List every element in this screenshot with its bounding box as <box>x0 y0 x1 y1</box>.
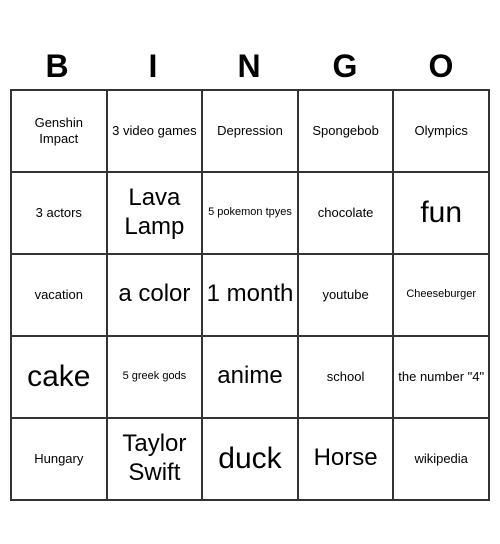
bingo-cell-17: anime <box>203 337 299 419</box>
bingo-cell-15: cake <box>12 337 108 419</box>
bingo-cell-0: Genshin Impact <box>12 91 108 173</box>
bingo-cell-8: chocolate <box>299 173 395 255</box>
bingo-cell-1: 3 video games <box>108 91 204 173</box>
cell-text-21: Taylor Swift <box>111 430 199 488</box>
cell-text-7: 5 pokemon tpyes <box>208 206 292 219</box>
header-letter-N: N <box>202 44 298 89</box>
cell-text-18: school <box>327 369 365 385</box>
cell-text-9: fun <box>420 195 462 231</box>
cell-text-20: Hungary <box>34 451 83 467</box>
bingo-cell-22: duck <box>203 419 299 501</box>
bingo-header: BINGO <box>10 44 490 89</box>
bingo-cell-12: 1 month <box>203 255 299 337</box>
cell-text-10: vacation <box>35 287 83 303</box>
bingo-cell-21: Taylor Swift <box>108 419 204 501</box>
cell-text-23: Horse <box>314 444 378 473</box>
cell-text-0: Genshin Impact <box>15 115 103 146</box>
bingo-cell-19: the number "4" <box>394 337 490 419</box>
cell-text-13: youtube <box>322 287 368 303</box>
cell-text-11: a color <box>118 280 190 309</box>
cell-text-4: Olympics <box>414 123 467 139</box>
cell-text-14: Cheeseburger <box>406 288 476 301</box>
header-letter-I: I <box>106 44 202 89</box>
bingo-cell-14: Cheeseburger <box>394 255 490 337</box>
cell-text-1: 3 video games <box>112 123 197 139</box>
cell-text-5: 3 actors <box>36 205 82 221</box>
cell-text-12: 1 month <box>207 280 294 309</box>
header-letter-O: O <box>394 44 490 89</box>
bingo-cell-18: school <box>299 337 395 419</box>
cell-text-22: duck <box>218 441 281 477</box>
bingo-card: BINGO Genshin Impact 3 video games Depress… <box>10 44 490 501</box>
cell-text-3: Spongebob <box>312 123 379 139</box>
header-letter-G: G <box>298 44 394 89</box>
bingo-cell-2: Depression <box>203 91 299 173</box>
cell-text-6: Lava Lamp <box>111 184 199 242</box>
bingo-cell-3: Spongebob <box>299 91 395 173</box>
cell-text-24: wikipedia <box>414 451 467 467</box>
bingo-cell-9: fun <box>394 173 490 255</box>
header-letter-B: B <box>10 44 106 89</box>
bingo-cell-23: Horse <box>299 419 395 501</box>
bingo-cell-10: vacation <box>12 255 108 337</box>
cell-text-8: chocolate <box>318 205 374 221</box>
bingo-cell-6: Lava Lamp <box>108 173 204 255</box>
cell-text-15: cake <box>27 359 90 395</box>
cell-text-19: the number "4" <box>398 369 484 385</box>
bingo-grid: Genshin Impact 3 video games Depression Spo… <box>10 89 490 501</box>
bingo-cell-16: 5 greek gods <box>108 337 204 419</box>
bingo-cell-4: Olympics <box>394 91 490 173</box>
bingo-cell-11: a color <box>108 255 204 337</box>
bingo-cell-13: youtube <box>299 255 395 337</box>
cell-text-2: Depression <box>217 123 283 139</box>
cell-text-16: 5 greek gods <box>123 370 187 383</box>
bingo-cell-20: Hungary <box>12 419 108 501</box>
cell-text-17: anime <box>217 362 282 391</box>
bingo-cell-5: 3 actors <box>12 173 108 255</box>
bingo-cell-7: 5 pokemon tpyes <box>203 173 299 255</box>
bingo-cell-24: wikipedia <box>394 419 490 501</box>
